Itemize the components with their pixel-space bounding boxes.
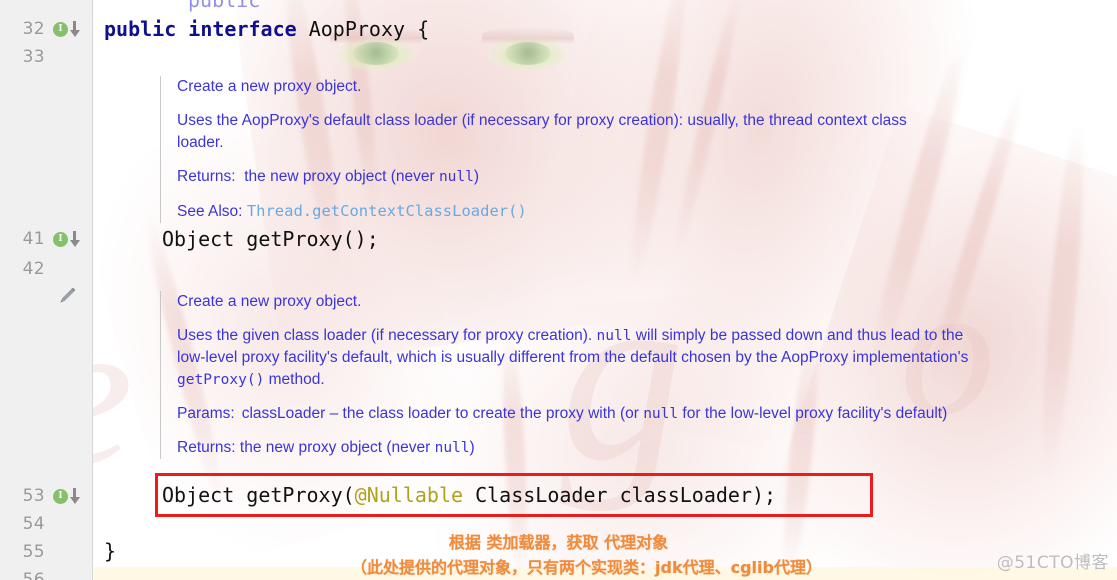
javadoc-param-name: classLoader (241, 405, 326, 422)
gutter-markers[interactable]: I (48, 20, 93, 38)
javadoc-desc-part-1: Uses the given class loader (if necessar… (177, 327, 597, 344)
code-token-keyword: public interface (104, 17, 309, 41)
arrow-down-icon[interactable] (69, 230, 80, 248)
implemented-marker-icon[interactable]: I (53, 21, 68, 37)
arrow-down-icon[interactable] (69, 20, 80, 38)
javadoc-returns-label: Returns: (177, 439, 236, 456)
javadoc-param-tail: for the low-level proxy facility's defau… (678, 405, 948, 422)
chinese-annotation-line-1: 根据 类加载器，获取 代理对象 (448, 533, 669, 552)
javadoc-desc-part-3: method. (264, 371, 325, 388)
code-token-signature: Object getProxy(); (162, 227, 379, 251)
javadoc-params-label: Params: (177, 405, 235, 422)
gutter-line-number-column: 32 I 33 41 I 42 53 I 54 55 56 (0, 0, 92, 580)
javadoc-description: Uses the AopProxy's default class loader… (177, 112, 907, 151)
site-watermark: @51CTO博客 (996, 553, 1109, 573)
javadoc-returns-text: the new proxy object (never (244, 168, 439, 185)
javadoc-summary: Create a new proxy object. (177, 78, 362, 95)
code-token-type-name: AopProxy { (308, 17, 430, 41)
chinese-annotation-line-2: （此处提供的代理对象，只有两个实现类：jdk代理、cglib代理） (351, 558, 822, 577)
javadoc-returns: Returns: the new proxy object (never nul… (177, 166, 950, 188)
javadoc-returns-null-literal: null (438, 169, 474, 185)
code-editor-surface: e g o 32 I 33 41 I (0, 0, 1117, 580)
javadoc-returns: Returns: the new proxy object (never nul… (177, 437, 972, 459)
javadoc-params: Params: classLoader – the class loader t… (177, 403, 972, 425)
gutter-row[interactable]: 32 I (0, 16, 93, 42)
gutter-markers[interactable] (48, 286, 93, 306)
javadoc-returns-label: Returns: (177, 168, 236, 185)
gutter-row[interactable]: 53 I (0, 483, 93, 509)
code-line-interface-declaration[interactable]: public interface AopProxy { (104, 16, 429, 42)
javadoc-returns-null-literal: null (434, 440, 470, 456)
javadoc-returns-text: the new proxy object (never (239, 439, 435, 456)
javadoc-returns-suffix: ) (473, 168, 480, 185)
javadoc-param-separator: – the class loader to create the proxy w… (325, 405, 644, 422)
javadoc-see-also-label: See Also: (177, 203, 243, 220)
arrow-down-icon[interactable] (69, 487, 80, 505)
editor-gutter[interactable]: 32 I 33 41 I 42 53 I 54 55 56 (0, 0, 93, 580)
code-line-get-proxy-no-arg[interactable]: Object getProxy(); (162, 226, 379, 252)
gutter-markers[interactable]: I (48, 487, 93, 505)
javadoc-desc-null-literal: null (596, 328, 632, 344)
clipped-previous-line: public (188, 0, 261, 12)
chinese-annotation-note: 根据 类加载器，获取 代理对象 （此处提供的代理对象，只有两个实现类：jdk代理… (0, 530, 1117, 580)
javadoc-description: Uses the given class loader (if necessar… (177, 325, 972, 391)
line-number: 32 (22, 19, 45, 39)
gutter-row[interactable]: 33 (0, 44, 93, 70)
javadoc-returns-suffix: ) (469, 439, 475, 456)
line-number: 33 (22, 47, 45, 67)
javadoc-summary: Create a new proxy object. (177, 293, 362, 310)
implemented-marker-icon[interactable]: I (53, 231, 68, 247)
code-line-get-proxy-classloader[interactable]: Object getProxy(@Nullable ClassLoader cl… (162, 482, 776, 508)
javadoc-see-also: See Also: Thread.getContextClassLoader() (177, 200, 950, 223)
javadoc-param-null-literal: null (643, 406, 679, 422)
javadoc-block-get-proxy-no-arg: Create a new proxy object. Uses the AopP… (160, 76, 950, 223)
implemented-marker-icon[interactable]: I (53, 488, 68, 504)
javadoc-block-get-proxy-classloader: Create a new proxy object. Uses the give… (160, 291, 972, 459)
gutter-markers[interactable]: I (48, 230, 93, 248)
line-number: 42 (22, 259, 45, 279)
line-number: 41 (22, 229, 45, 249)
gutter-row[interactable]: 42 (0, 256, 93, 282)
gutter-row[interactable] (0, 283, 93, 309)
pencil-icon[interactable] (57, 286, 77, 306)
code-token-signature-tail: ClassLoader classLoader); (463, 483, 777, 507)
gutter-row[interactable]: 41 I (0, 226, 93, 252)
code-token-nullable-annotation: @Nullable (354, 483, 464, 507)
code-token-signature-head: Object getProxy( (162, 483, 355, 507)
line-number: 53 (22, 486, 45, 506)
javadoc-see-also-link[interactable]: Thread.getContextClassLoader() (247, 202, 527, 220)
editor-text-area[interactable]: public public interface AopProxy { Creat… (94, 0, 1117, 580)
javadoc-params-value: classLoader – the class loader to create… (242, 403, 972, 425)
javadoc-desc-get-proxy-literal: getProxy() (177, 372, 265, 388)
